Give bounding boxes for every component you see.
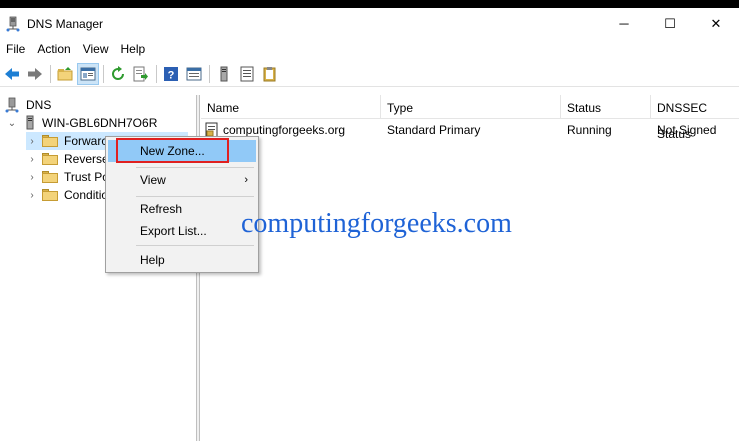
tree-node-trust-points[interactable]: › Trust Po: [26, 168, 109, 186]
menu-action[interactable]: Action: [31, 39, 76, 59]
tree-node-dns[interactable]: DNS: [4, 96, 51, 114]
column-header-status[interactable]: Status: [561, 95, 651, 119]
cell-status: Running: [567, 123, 612, 137]
annotation-highlight-box: [116, 138, 229, 163]
minimize-button[interactable]: ─: [601, 8, 647, 39]
menu-item-view[interactable]: View ›: [108, 169, 256, 191]
toolbar-separator: [209, 64, 210, 83]
tree-label-trust: Trust Po: [64, 170, 109, 184]
folder-icon: [42, 171, 58, 183]
server-icon[interactable]: [213, 63, 235, 85]
menu-separator: [136, 167, 254, 168]
export-list-icon[interactable]: [130, 63, 152, 85]
top-black-strip: [0, 0, 739, 8]
cell-dnssec: Not Signed: [657, 123, 717, 137]
cell-type: Standard Primary: [387, 123, 481, 137]
server-icon: [26, 115, 34, 130]
back-arrow-icon[interactable]: [1, 63, 23, 85]
menu-file[interactable]: File: [0, 39, 31, 59]
menu-help[interactable]: Help: [115, 39, 152, 59]
submenu-arrow-icon: ›: [244, 174, 248, 186]
close-button[interactable]: ✕: [693, 8, 739, 39]
tree-label-conditional: Conditio: [64, 188, 109, 202]
chevron-right-icon[interactable]: ›: [26, 136, 38, 147]
window-title: DNS Manager: [27, 16, 104, 31]
results-pane: Name Type Status DNSSEC Status computing…: [201, 95, 739, 441]
refresh-icon[interactable]: [107, 63, 129, 85]
tree-label-server: WIN-GBL6DNH7O6R: [42, 116, 158, 130]
toolbar-separator: [50, 64, 51, 83]
folder-icon: [42, 135, 58, 147]
chevron-right-icon[interactable]: ›: [26, 154, 38, 165]
console-tree-icon[interactable]: [77, 62, 99, 85]
menu-item-refresh[interactable]: Refresh: [108, 198, 256, 220]
help-icon[interactable]: ?: [160, 63, 182, 85]
list-header: Name Type Status DNSSEC Status: [201, 95, 739, 141]
watermark-text: computingforgeeks.com: [241, 208, 512, 239]
dns-root-icon: [5, 97, 19, 113]
menu-item-view-label: View: [140, 173, 166, 187]
folder-icon: [42, 189, 58, 201]
svg-text:?: ?: [168, 69, 175, 81]
tree-node-reverse-lookup-zones[interactable]: › Reverse: [26, 150, 109, 168]
clipboard-icon[interactable]: [259, 63, 281, 85]
menu-item-help[interactable]: Help: [108, 249, 256, 271]
menu-item-export-list[interactable]: Export List...: [108, 220, 256, 242]
dns-manager-icon: [5, 16, 21, 32]
tree-label-dns: DNS: [26, 98, 52, 112]
properties-icon[interactable]: [183, 63, 205, 85]
table-row[interactable]: computingforgeeks.org Standard Primary R…: [201, 121, 739, 139]
chevron-down-icon[interactable]: ⌄: [6, 118, 18, 129]
column-header-name[interactable]: Name: [201, 95, 381, 119]
toolbar-separator: [103, 64, 104, 83]
menu-view[interactable]: View: [77, 39, 115, 59]
toolbar-separator: [156, 64, 157, 83]
title-bar: DNS Manager ─ ☐ ✕: [0, 8, 739, 39]
chevron-right-icon[interactable]: ›: [26, 172, 38, 183]
folder-icon: [42, 153, 58, 165]
tree-node-conditional-forwarders[interactable]: › Conditio: [26, 186, 108, 204]
list-icon[interactable]: [236, 63, 258, 85]
tree-node-server[interactable]: ⌄ WIN-GBL6DNH7O6R: [6, 114, 157, 132]
forward-arrow-icon[interactable]: [24, 63, 46, 85]
column-header-dnssec[interactable]: DNSSEC Status: [651, 95, 739, 141]
toolbar: ?: [0, 61, 739, 87]
chevron-right-icon[interactable]: ›: [26, 190, 38, 201]
menu-bar: File Action View Help: [0, 39, 739, 59]
up-folder-icon[interactable]: [54, 63, 76, 85]
column-header-type[interactable]: Type: [381, 95, 561, 119]
tree-label-reverse: Reverse: [64, 152, 109, 166]
maximize-button[interactable]: ☐: [647, 8, 693, 39]
menu-separator: [136, 245, 254, 246]
tree-label-forward: Forwarc: [64, 134, 108, 148]
menu-separator: [136, 196, 254, 197]
